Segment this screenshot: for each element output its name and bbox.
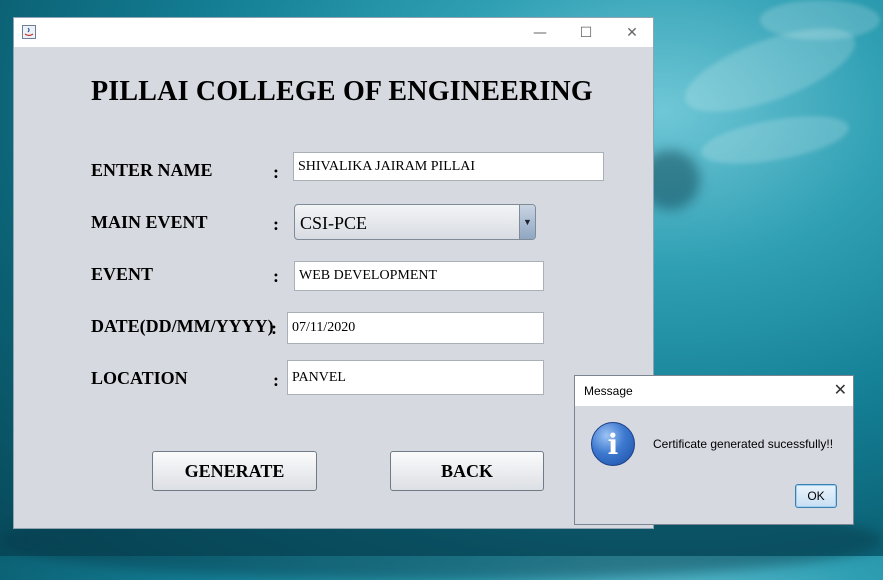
event-label: EVENT (91, 264, 154, 284)
dialog-title: Message (584, 384, 633, 398)
dialog-close-button[interactable]: ✕ (834, 380, 847, 399)
back-button[interactable]: BACK (390, 451, 544, 491)
close-button[interactable]: ✕ (609, 18, 655, 47)
message-dialog: Message ✕ i Certificate generated sucess… (574, 375, 854, 525)
chevron-down-icon[interactable]: ▼ (519, 205, 535, 239)
dialog-message: Certificate generated sucessfully!! (653, 437, 834, 451)
window-titlebar[interactable]: — ☐ ✕ (14, 18, 653, 47)
java-app-icon (22, 25, 36, 39)
name-label: ENTER NAME (91, 160, 213, 180)
name-input[interactable]: SHIVALIKA JAIRAM PILLAI (293, 152, 604, 181)
name-colon: : (273, 162, 279, 182)
main-event-selected-value: CSI-PCE (300, 213, 368, 233)
ok-button[interactable]: OK (795, 484, 837, 508)
main-event-select[interactable]: CSI-PCE ▼ (294, 204, 536, 240)
main-event-colon: : (273, 214, 279, 234)
minimize-button[interactable]: — (517, 18, 563, 47)
location-input[interactable]: PANVEL (287, 360, 544, 395)
generate-button[interactable]: GENERATE (152, 451, 317, 491)
date-colon: : (271, 318, 277, 338)
dialog-titlebar[interactable]: Message ✕ (575, 376, 853, 406)
maximize-button[interactable]: ☐ (563, 18, 609, 47)
main-window: — ☐ ✕ PILLAI COLLEGE OF ENGINEERING ENTE… (13, 17, 654, 529)
event-input[interactable]: WEB DEVELOPMENT (294, 261, 544, 291)
location-colon: : (273, 370, 279, 390)
date-label: DATE(DD/MM/YYYY) (91, 316, 274, 336)
location-label: LOCATION (91, 368, 188, 388)
event-colon: : (273, 266, 279, 286)
main-event-label: MAIN EVENT (91, 212, 208, 232)
date-input[interactable]: 07/11/2020 (287, 312, 544, 344)
info-icon: i (591, 422, 635, 466)
page-title: PILLAI COLLEGE OF ENGINEERING (91, 76, 593, 107)
